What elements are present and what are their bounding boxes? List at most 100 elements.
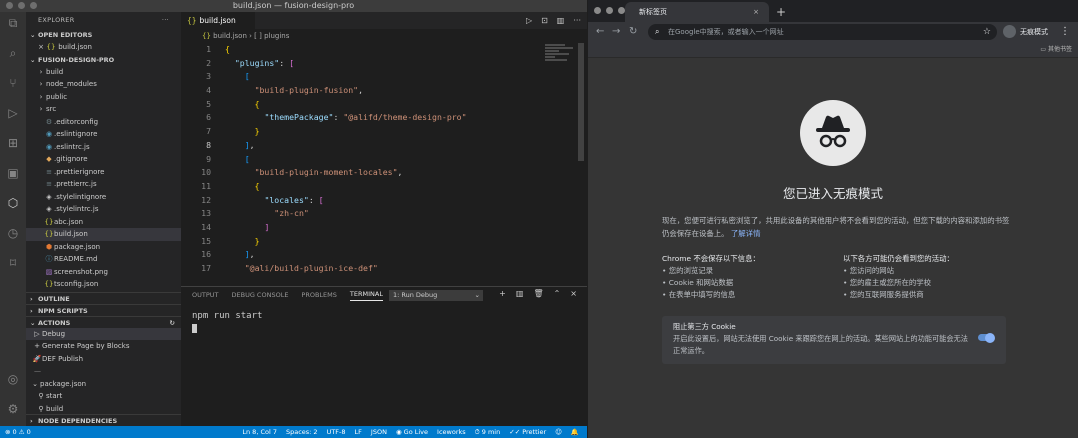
status-item[interactable]: ◉ Go Live [396,426,428,438]
tree-item[interactable]: {}abc.json [26,216,181,229]
status-item[interactable]: 🔔 [571,426,579,438]
remote-explorer-icon[interactable]: ▣ [6,166,20,180]
problems-status[interactable]: ⊗ 0 ⚠ 0 [5,426,31,438]
actions-header[interactable]: ⌄ ACTIONS ↻ [26,315,181,328]
tab-debug-console[interactable]: DEBUG CONSOLE [232,291,289,299]
maximize-window-button[interactable] [30,2,37,9]
forward-icon[interactable]: → [612,22,620,42]
status-item[interactable]: ⏱ 9 min [475,426,501,438]
code-line[interactable]: 2 "plugins": [ [181,57,587,71]
status-item[interactable]: Spaces: 2 [286,426,318,438]
tree-item[interactable]: › public [26,91,181,104]
tree-item[interactable]: ▨ screenshot.png [26,266,181,279]
close-icon[interactable]: × [36,41,46,54]
timeline-icon[interactable]: ◷ [6,226,20,240]
code-line[interactable]: 17 "@ali/build-plugin-ice-def" [181,262,587,276]
npm-scripts-header[interactable]: › NPM SCRIPTS [26,303,181,316]
chrome-menu-icon[interactable]: ⋮ [1060,22,1070,42]
outline-header[interactable]: › OUTLINE [26,291,181,304]
tree-item[interactable]: ◈ .stylelintignore [26,191,181,204]
add-terminal-icon[interactable]: + [499,289,506,298]
tree-item[interactable]: ⓘ README.md [26,253,181,266]
tree-item[interactable]: › node_modules [26,78,181,91]
close-window-button[interactable] [594,7,601,14]
status-item[interactable]: ✓✓ Prettier [509,426,546,438]
editor-tab-build-json[interactable]: {} build.json [181,12,255,29]
tree-item[interactable]: ⚙ .editorconfig [26,116,181,129]
code-line[interactable]: 6 "themePackage": "@alifd/theme-design-p… [181,111,587,125]
tab-output[interactable]: OUTPUT [192,291,219,299]
status-item[interactable]: ☺ [555,426,562,438]
omnibox[interactable]: ⌕ 在Google中搜索，或者输入一个网址 ☆ [648,24,997,40]
minimap[interactable] [545,43,575,73]
browser-tab[interactable]: 新标签页 × [625,2,769,22]
tree-item[interactable]: ≡ .prettierignore [26,166,181,179]
action-item[interactable]: + Generate Page by Blocks [26,340,181,353]
action-item[interactable]: 🚀DEF Publish [26,353,181,366]
other-bookmarks[interactable]: ▭ 其他书签 [1040,42,1072,58]
close-panel-icon[interactable]: × [570,289,577,298]
tree-item[interactable]: {}build.json [26,228,181,241]
status-item[interactable]: UTF-8 [327,426,346,438]
code-line[interactable]: 4 "build-plugin-fusion", [181,84,587,98]
code-line[interactable]: 9 [ [181,153,587,167]
bookmark-icon[interactable]: ⌑ [6,256,20,270]
tree-item[interactable]: › build [26,66,181,79]
account-icon[interactable]: ◎ [6,372,20,386]
code-editor[interactable]: 1{2 "plugins": [3 [4 "build-plugin-fusio… [181,43,587,278]
code-line[interactable]: 3 [ [181,70,587,84]
tree-item[interactable]: ◆ .gitignore [26,153,181,166]
open-editor-item[interactable]: ×{} build.json [26,41,181,54]
code-line[interactable]: 12 "locales": [ [181,194,587,208]
code-line[interactable]: 14 ] [181,221,587,235]
status-item[interactable]: Ln 8, Col 7 [242,426,277,438]
package-json-node[interactable]: ⌄ package.json [26,378,181,391]
source-control-icon[interactable]: ⑂ [6,76,20,90]
close-window-button[interactable] [6,2,13,9]
learn-more-link[interactable]: 了解详情 [731,229,761,238]
breadcrumb-file[interactable]: build.json [213,32,247,40]
editor-scrollbar[interactable] [578,43,584,161]
node-dependencies-header[interactable]: › NODE DEPENDENCIES [26,414,181,426]
tree-item[interactable]: ◈ .stylelintrc.js [26,203,181,216]
split-terminal-icon[interactable]: ▥ [516,289,524,298]
block-cookies-toggle[interactable] [978,332,995,343]
tree-item[interactable]: {}tsconfig.json [26,278,181,291]
open-editors-header[interactable]: ⌄ OPEN EDITORS [26,29,181,41]
run-debug-icon[interactable]: ▷ [6,106,20,120]
code-line[interactable]: 5 { [181,98,587,112]
reload-icon[interactable]: ↻ [629,22,637,42]
maximize-window-button[interactable] [618,7,625,14]
breadcrumb-symbol[interactable]: [ ] plugins [254,32,289,40]
more-actions-icon[interactable]: ··· [162,12,169,29]
open-preview-icon[interactable]: ⊡ [541,16,548,25]
terminal-output[interactable]: npm run start [192,311,262,321]
code-line[interactable]: 7 } [181,125,587,139]
npm-script-item[interactable]: ⚲ start [26,390,181,403]
code-line[interactable]: 1{ [181,43,587,57]
explorer-icon[interactable]: ⧉ [6,16,20,30]
tree-item[interactable]: ◉ .eslintrc.js [26,141,181,154]
minimize-window-button[interactable] [18,2,25,9]
manage-gear-icon[interactable]: ⚙ [6,402,20,416]
new-tab-button[interactable]: + [776,2,786,22]
minimize-window-button[interactable] [606,7,613,14]
more-actions-icon[interactable]: ··· [573,16,581,25]
run-icon[interactable]: ▷ [526,16,532,25]
extensions-icon[interactable]: ⊞ [6,136,20,150]
split-editor-icon[interactable]: ▥ [557,16,565,25]
status-item[interactable]: JSON [371,426,387,438]
trash-icon[interactable]: 🗑 [533,289,543,298]
status-item[interactable]: LF [355,426,362,438]
iceworks-icon[interactable]: ⬡ [6,196,20,210]
status-item[interactable]: Iceworks [437,426,466,438]
maximize-panel-icon[interactable]: ⌃ [554,289,561,298]
tree-item[interactable]: ◉ .eslintignore [26,128,181,141]
project-header[interactable]: ⌄ FUSION-DESIGN-PRO [26,54,181,66]
code-line[interactable]: 11 { [181,180,587,194]
code-line[interactable]: 16 ], [181,248,587,262]
tree-item[interactable]: › src [26,103,181,116]
tab-terminal[interactable]: TERMINAL [349,290,383,301]
close-tab-icon[interactable]: × [753,2,759,22]
terminal-select[interactable]: 1: Run Debug ⌄ [389,290,483,301]
